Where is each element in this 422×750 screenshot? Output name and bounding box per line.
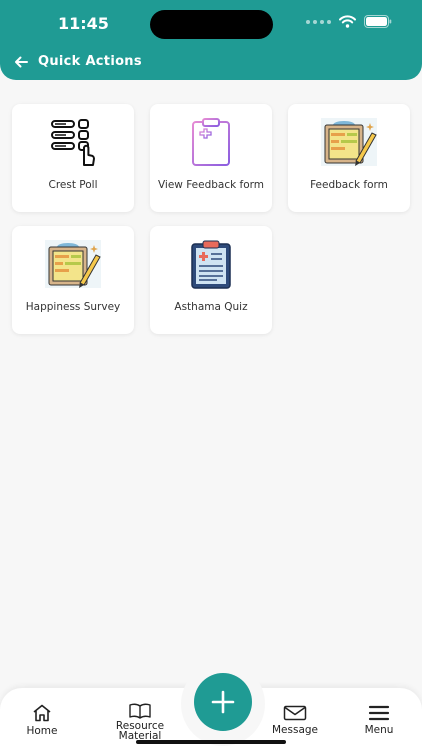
- clipboard-icon: [181, 116, 241, 168]
- back-arrow-icon[interactable]: [14, 56, 28, 68]
- action-card-asthama-quiz[interactable]: Asthama Quiz: [150, 226, 272, 334]
- action-card-feedback-form[interactable]: Feedback form: [288, 104, 410, 212]
- action-label: Asthama Quiz: [174, 301, 248, 313]
- action-card-happiness-survey[interactable]: Happiness Survey: [12, 226, 134, 334]
- action-card-view-feedback-form[interactable]: View Feedback form: [150, 104, 272, 212]
- battery-icon: [364, 15, 392, 28]
- nav-home-label: Home: [26, 725, 58, 737]
- plus-icon: [211, 690, 235, 714]
- add-button[interactable]: [194, 673, 252, 731]
- poll-icon: [43, 116, 103, 168]
- action-label: View Feedback form: [157, 179, 265, 191]
- nav-menu-label: Menu: [364, 724, 394, 736]
- nav-resource-material[interactable]: Resource Material: [108, 703, 172, 741]
- action-card-crest-poll[interactable]: Crest Poll: [12, 104, 134, 212]
- action-label: Crest Poll: [48, 179, 98, 191]
- status-time: 11:45: [58, 14, 109, 33]
- wifi-icon: [339, 15, 356, 28]
- hamburger-menu-icon: [368, 705, 390, 721]
- page-title: Quick Actions: [38, 54, 142, 69]
- action-label: Happiness Survey: [25, 301, 121, 313]
- home-indicator: [136, 740, 286, 744]
- nav-message[interactable]: Message: [266, 705, 324, 735]
- dynamic-island: [150, 10, 273, 39]
- home-icon: [33, 704, 51, 722]
- signal-icon: [306, 19, 331, 24]
- quick-actions-grid: Crest Poll View Feedback form Feedback f…: [12, 104, 410, 334]
- book-icon: [129, 703, 151, 719]
- medical-clipboard-icon: [181, 238, 241, 290]
- nav-home[interactable]: Home: [22, 704, 62, 736]
- action-label: Feedback form: [310, 179, 388, 191]
- app-header: 11:45 Quick Actions: [0, 0, 422, 80]
- clipboard-pencil-icon: [319, 116, 379, 168]
- nav-message-label: Message: [271, 724, 319, 736]
- mail-icon: [283, 705, 307, 721]
- status-icons: [306, 15, 392, 28]
- nav-menu[interactable]: Menu: [358, 705, 400, 735]
- clipboard-pencil-icon: [43, 238, 103, 290]
